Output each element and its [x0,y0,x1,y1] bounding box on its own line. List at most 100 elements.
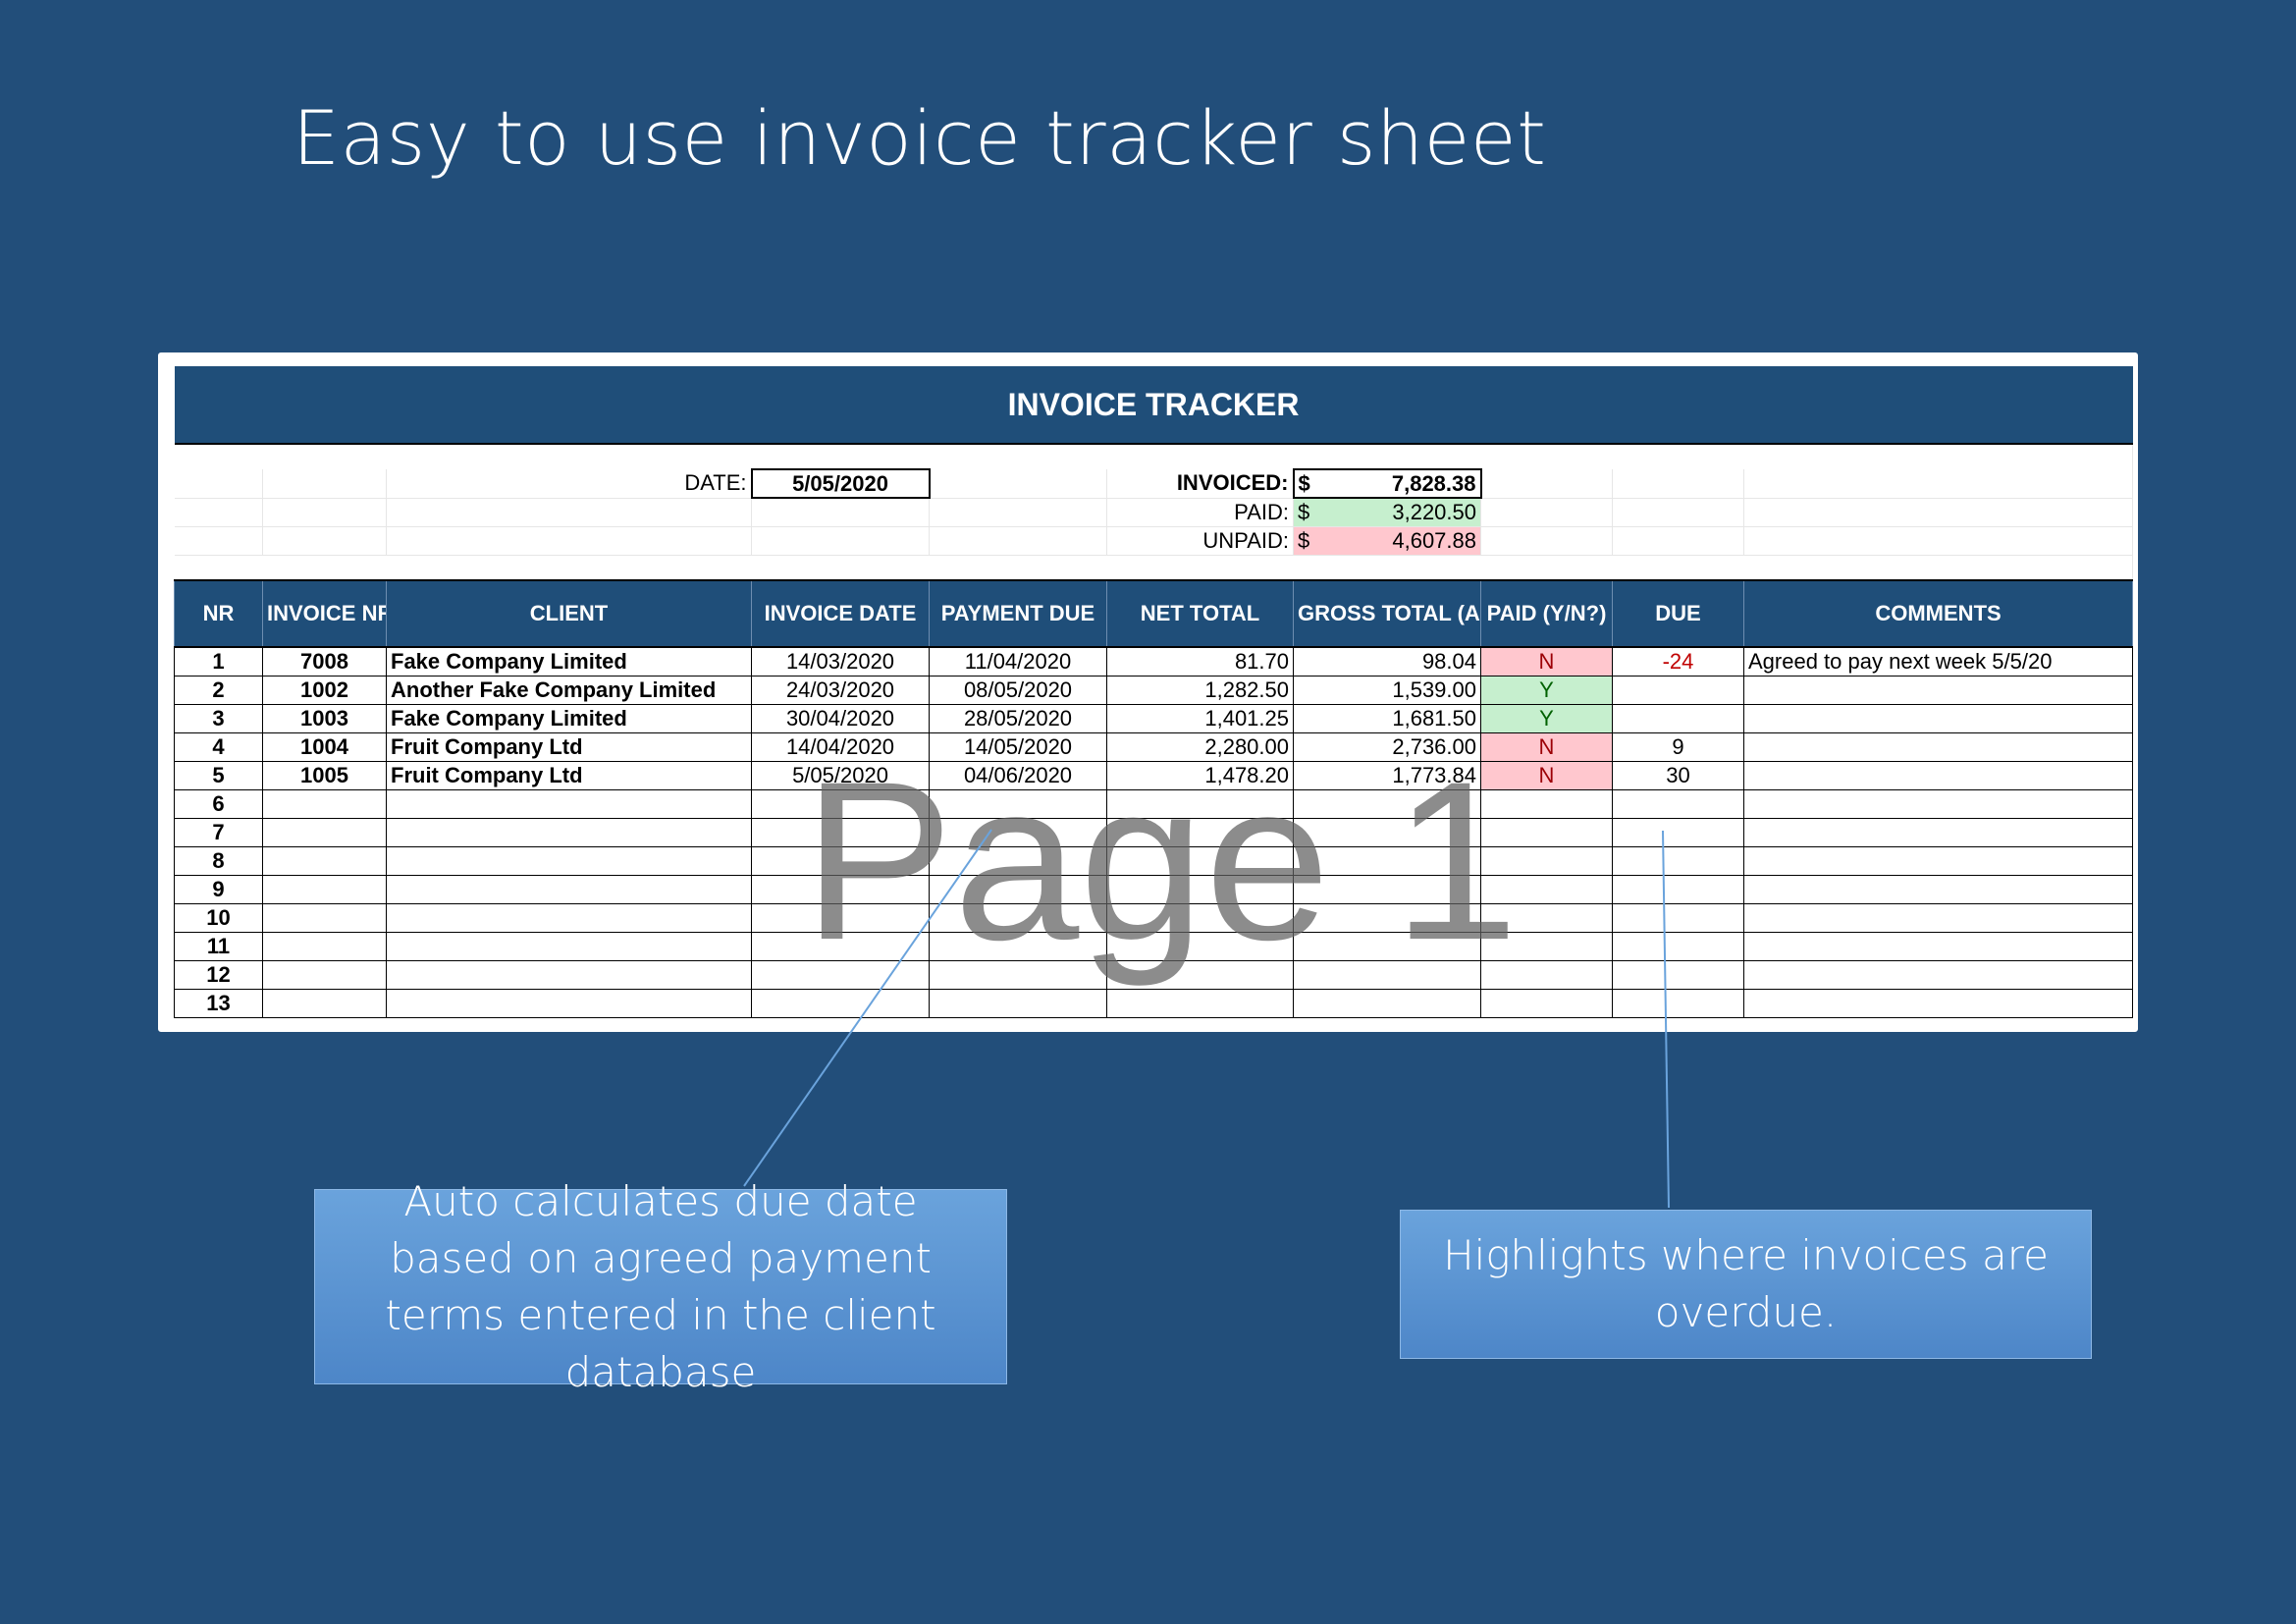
col-header-nr[interactable]: NR [174,579,263,648]
client-cell[interactable]: Fruit Company Ltd [386,731,752,762]
due-days-cell[interactable] [1612,874,1744,904]
client-cell[interactable] [386,817,752,847]
invoice-nr-cell[interactable] [262,874,387,904]
invoice-date-cell[interactable] [751,959,930,990]
paid-flag-cell[interactable]: Y [1480,675,1613,705]
invoice-nr-cell[interactable]: 1004 [262,731,387,762]
client-cell[interactable] [386,959,752,990]
gross-total-cell[interactable] [1293,788,1481,819]
invoice-date-cell[interactable]: 14/04/2020 [751,731,930,762]
nr-cell[interactable]: 11 [174,931,263,961]
gross-total-cell[interactable] [1293,902,1481,933]
gross-total-cell[interactable] [1293,817,1481,847]
empty-cell[interactable] [1612,498,1744,527]
empty-cell[interactable] [174,498,263,527]
nr-cell[interactable]: 3 [174,703,263,733]
unpaid-value-cell[interactable]: $4,607.88 [1293,526,1481,556]
payment-due-cell[interactable] [929,959,1107,990]
invoice-date-cell[interactable] [751,845,930,876]
paid-flag-cell[interactable]: Y [1480,703,1613,733]
col-header-client[interactable]: CLIENT [386,579,752,648]
gross-total-cell[interactable] [1293,845,1481,876]
invoice-date-cell[interactable] [751,874,930,904]
invoice-nr-cell[interactable] [262,788,387,819]
empty-cell[interactable] [386,498,752,527]
due-days-cell[interactable] [1612,845,1744,876]
client-cell[interactable]: Fake Company Limited [386,703,752,733]
net-total-cell[interactable]: 2,280.00 [1106,731,1294,762]
net-total-cell[interactable] [1106,788,1294,819]
paid-value-cell[interactable]: $3,220.50 [1293,498,1481,527]
empty-cell[interactable] [929,526,1107,556]
invoice-nr-cell[interactable] [262,959,387,990]
invoice-nr-cell[interactable] [262,817,387,847]
nr-cell[interactable]: 12 [174,959,263,990]
nr-cell[interactable]: 13 [174,988,263,1018]
payment-due-cell[interactable] [929,845,1107,876]
comments-cell[interactable] [1742,845,2134,876]
net-total-cell[interactable] [1106,931,1294,961]
comments-cell[interactable] [1742,731,2134,762]
col-header-payment-due[interactable]: PAYMENT DUE [929,579,1107,648]
col-header-gross-total[interactable]: GROSS TOTAL (AFTER TAX) [1293,579,1481,648]
invoice-date-cell[interactable]: 30/04/2020 [751,703,930,733]
invoice-date-cell[interactable] [751,817,930,847]
net-total-cell[interactable] [1106,959,1294,990]
client-cell[interactable] [386,845,752,876]
net-total-cell[interactable]: 81.70 [1106,646,1294,677]
client-cell[interactable] [386,988,752,1018]
paid-flag-cell[interactable]: N [1480,646,1613,677]
due-days-cell[interactable] [1612,675,1744,705]
gross-total-cell[interactable]: 1,539.00 [1293,675,1481,705]
invoice-date-cell[interactable] [751,931,930,961]
invoice-nr-cell[interactable] [262,931,387,961]
comments-cell[interactable] [1742,902,2134,933]
comments-cell[interactable] [1742,817,2134,847]
gross-total-cell[interactable] [1293,931,1481,961]
invoice-nr-cell[interactable] [262,902,387,933]
paid-flag-cell[interactable]: N [1480,731,1613,762]
comments-cell[interactable] [1742,703,2134,733]
payment-due-cell[interactable] [929,902,1107,933]
paid-flag-cell[interactable] [1480,845,1613,876]
invoice-nr-cell[interactable]: 1003 [262,703,387,733]
payment-due-cell[interactable] [929,817,1107,847]
net-total-cell[interactable] [1106,902,1294,933]
empty-cell[interactable] [751,498,930,527]
due-days-cell[interactable] [1612,902,1744,933]
invoice-date-cell[interactable] [751,902,930,933]
invoice-nr-cell[interactable]: 1002 [262,675,387,705]
empty-cell[interactable] [262,469,387,499]
nr-cell[interactable]: 5 [174,760,263,790]
client-cell[interactable]: Another Fake Company Limited [386,675,752,705]
due-days-cell[interactable] [1612,817,1744,847]
net-total-cell[interactable]: 1,478.20 [1106,760,1294,790]
paid-flag-cell[interactable] [1480,988,1613,1018]
paid-flag-cell[interactable] [1480,788,1613,819]
empty-cell[interactable] [1612,469,1744,499]
due-days-cell[interactable]: -24 [1612,646,1744,677]
client-cell[interactable]: Fruit Company Ltd [386,760,752,790]
empty-cell[interactable] [751,526,930,556]
paid-flag-cell[interactable] [1480,902,1613,933]
nr-cell[interactable]: 6 [174,788,263,819]
due-days-cell[interactable] [1612,788,1744,819]
due-days-cell[interactable]: 9 [1612,731,1744,762]
invoiced-value-cell[interactable]: $7,828.38 [1292,468,1482,499]
payment-due-cell[interactable]: 28/05/2020 [929,703,1107,733]
col-header-comments[interactable]: COMMENTS [1742,579,2134,648]
col-header-invoice-date[interactable]: INVOICE DATE [751,579,930,648]
payment-due-cell[interactable]: 11/04/2020 [929,646,1107,677]
net-total-cell[interactable] [1106,988,1294,1018]
due-days-cell[interactable] [1612,703,1744,733]
empty-cell[interactable] [1743,526,2134,556]
invoice-date-cell[interactable] [751,988,930,1018]
empty-cell[interactable] [174,526,263,556]
comments-cell[interactable] [1742,931,2134,961]
due-days-cell[interactable] [1612,988,1744,1018]
invoice-date-cell[interactable] [751,788,930,819]
client-cell[interactable] [386,931,752,961]
empty-cell[interactable] [174,469,263,499]
empty-cell[interactable] [1480,526,1613,556]
net-total-cell[interactable] [1106,845,1294,876]
